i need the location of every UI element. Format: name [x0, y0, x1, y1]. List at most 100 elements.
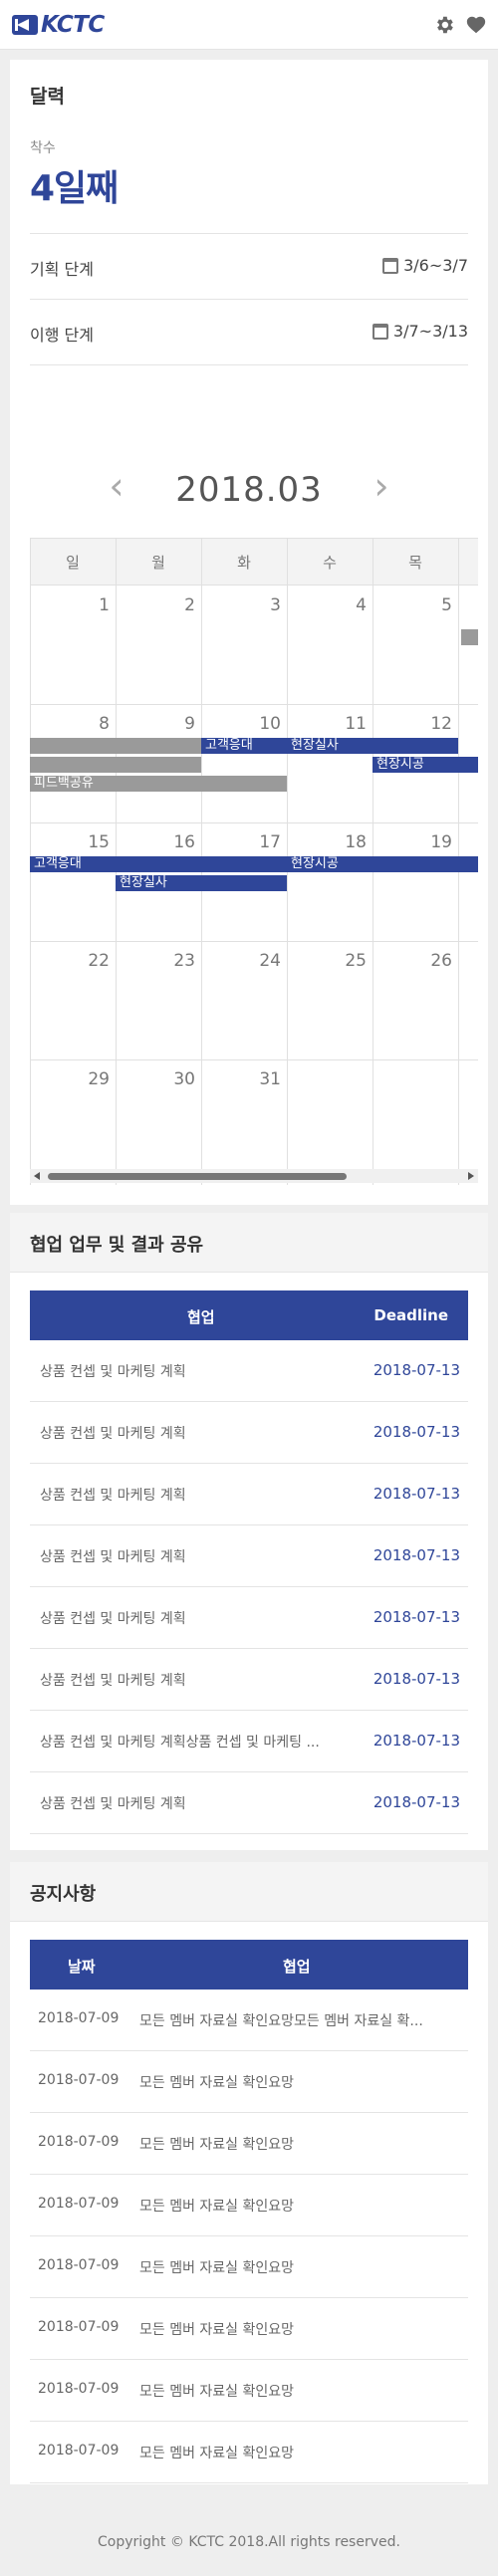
calendar-event[interactable]: 고객응대 — [201, 738, 287, 754]
day-number[interactable]: 2 — [116, 595, 195, 615]
day-number[interactable]: 8 — [30, 714, 110, 734]
day-count: 4일째 — [30, 168, 119, 209]
notice-date: 2018-07-09 — [38, 2010, 120, 2026]
day-number[interactable]: 9 — [116, 714, 195, 734]
grid-line — [30, 941, 478, 942]
column-header: Deadline — [374, 1306, 448, 1324]
day-number[interactable]: 22 — [30, 951, 110, 971]
footer-copyright: Copyright © KCTC 2018.All rights reserve… — [98, 2534, 400, 2550]
table-row[interactable]: 2018-07-09 모든 멤버 자료실 확인요망모든 멤버 자료실 확... — [30, 1990, 468, 2051]
app-header: KCTC — [0, 0, 498, 50]
day-number[interactable]: 24 — [201, 951, 281, 971]
scrollbar-thumb[interactable] — [48, 1173, 347, 1180]
task-name: 상품 컨셉 및 마케팅 계획 — [40, 1488, 186, 1504]
weekday-label: 수 — [323, 554, 337, 572]
column-header: 협업 — [283, 1958, 311, 1976]
table-row[interactable]: 상품 컨셉 및 마케팅 계획 2018-07-13 — [30, 1340, 468, 1402]
calendar-event[interactable]: 현장실사 — [116, 875, 287, 891]
table-row[interactable]: 상품 컨셉 및 마케팅 계획 2018-07-13 — [30, 1402, 468, 1464]
calendar-icon — [373, 324, 388, 340]
grid-line — [30, 704, 478, 705]
notice-date: 2018-07-09 — [38, 2196, 120, 2212]
day-number[interactable]: 10 — [201, 714, 281, 734]
day-number[interactable]: 16 — [116, 832, 195, 852]
task-name: 상품 컨셉 및 마케팅 계획 — [40, 1796, 186, 1812]
deadline: 2018-07-13 — [373, 1485, 460, 1503]
table-row[interactable]: 상품 컨셉 및 마케팅 계획 2018-07-13 — [30, 1649, 468, 1711]
scroll-right-icon[interactable] — [468, 1172, 474, 1180]
day-number[interactable]: 1 — [30, 595, 110, 615]
gear-icon[interactable] — [432, 13, 456, 37]
notice-text: 모든 멤버 자료실 확인요망 — [139, 2384, 295, 2400]
notice-date: 2018-07-09 — [38, 2134, 120, 2150]
calendar-event[interactable]: 현장시공 — [373, 757, 478, 773]
phase-dates: 3/7~3/13 — [392, 322, 468, 341]
calendar-event[interactable] — [30, 738, 201, 754]
calendar-event[interactable] — [30, 757, 201, 773]
calendar-event[interactable]: 현장시공 — [287, 856, 406, 872]
notice-date: 2018-07-09 — [38, 2257, 120, 2273]
calendar-event[interactable]: 현장실사 — [287, 738, 458, 754]
calendar-horizontal-scrollbar[interactable] — [30, 1169, 478, 1183]
phase-dates: 3/6~3/7 — [403, 256, 468, 275]
grid-line — [30, 822, 478, 823]
notice-date: 2018-07-09 — [38, 2319, 120, 2335]
table-row[interactable]: 상품 컨셉 및 마케팅 계획 2018-07-13 — [30, 1772, 468, 1834]
day-number[interactable]: 11 — [287, 714, 367, 734]
day-number[interactable]: 4 — [287, 595, 367, 615]
collab-title: 협업 업무 및 결과 공유 — [30, 1235, 204, 1256]
day-number[interactable]: 17 — [201, 832, 281, 852]
calendar-event[interactable] — [461, 629, 478, 645]
deadline: 2018-07-13 — [373, 1793, 460, 1811]
day-number[interactable]: 18 — [287, 832, 367, 852]
deadline: 2018-07-13 — [373, 1423, 460, 1441]
task-name: 상품 컨셉 및 마케팅 계획상품 컨셉 및 마케팅 ... — [40, 1735, 320, 1751]
phase-label: 이행 단계 — [30, 326, 94, 345]
deadline: 2018-07-13 — [373, 1732, 460, 1750]
table-row[interactable]: 2018-07-09 모든 멤버 자료실 확인요망 — [30, 2360, 468, 2422]
day-number[interactable]: 19 — [373, 832, 452, 852]
calendar-event[interactable]: 피드백공유 — [30, 776, 287, 792]
table-row[interactable]: 상품 컨셉 및 마케팅 계획 2018-07-13 — [30, 1587, 468, 1649]
notice-panel: 공지사항 날짜 협업 2018-07-09 모든 멤버 자료실 확인요망모든 멤… — [10, 1862, 488, 2484]
table-row[interactable]: 2018-07-09 모든 멤버 자료실 확인요망 — [30, 2298, 468, 2360]
day-number[interactable]: 23 — [116, 951, 195, 971]
day-number[interactable]: 3 — [201, 595, 281, 615]
scroll-left-icon[interactable] — [34, 1172, 40, 1180]
table-row[interactable]: 2018-07-09 모든 멤버 자료실 확인요망 — [30, 2113, 468, 2175]
weekday-label: 목 — [408, 554, 422, 572]
divider — [30, 364, 468, 365]
table-row[interactable]: 2018-07-09 모든 멤버 자료실 확인요망 — [30, 2051, 468, 2113]
notice-text: 모든 멤버 자료실 확인요망 — [139, 2322, 295, 2338]
table-row[interactable]: 상품 컨셉 및 마케팅 계획 2018-07-13 — [30, 1464, 468, 1525]
notice-text: 모든 멤버 자료실 확인요망 — [139, 2137, 295, 2153]
day-number[interactable]: 31 — [201, 1069, 281, 1089]
day-number[interactable]: 30 — [116, 1069, 195, 1089]
day-number[interactable]: 5 — [373, 595, 452, 615]
column-header: 협업 — [187, 1308, 215, 1326]
heart-icon[interactable] — [464, 13, 488, 37]
collab-panel: 협업 업무 및 결과 공유 협업 Deadline 상품 컨셉 및 마케팅 계획… — [10, 1213, 488, 1850]
phase-label: 기획 단계 — [30, 260, 94, 279]
table-row[interactable]: 2018-07-09 모든 멤버 자료실 확인요망 — [30, 2422, 468, 2483]
day-number[interactable]: 26 — [373, 951, 452, 971]
day-number[interactable]: 29 — [30, 1069, 110, 1089]
day-number[interactable]: 12 — [373, 714, 452, 734]
kctc-logo[interactable]: KCTC — [12, 12, 105, 38]
day-number[interactable]: 15 — [30, 832, 110, 852]
table-row[interactable]: 2018-07-09 모든 멤버 자료실 확인요망 — [30, 2236, 468, 2298]
notice-text: 모든 멤버 자료실 확인요망 — [139, 2075, 295, 2091]
next-month-chevron-icon[interactable]: › — [367, 467, 396, 505]
phase-row-execution: 이행 단계 3/7~3/13 — [30, 299, 468, 364]
table-row[interactable]: 상품 컨셉 및 마케팅 계획 2018-07-13 — [30, 1525, 468, 1587]
month-calendar[interactable]: 일 월 화 수 목 1 2 3 4 5 8 9 10 11 12 고객응대 현장… — [30, 538, 478, 1185]
table-row[interactable]: 2018-07-09 모든 멤버 자료실 확인요망 — [30, 2175, 468, 2236]
day-number[interactable]: 25 — [287, 951, 367, 971]
notice-date: 2018-07-09 — [38, 2443, 120, 2459]
task-name: 상품 컨셉 및 마케팅 계획 — [40, 1364, 186, 1380]
start-label: 착수 — [30, 140, 56, 156]
task-name: 상품 컨셉 및 마케팅 계획 — [40, 1426, 186, 1442]
column-header: 날짜 — [68, 1958, 96, 1976]
calendar-event[interactable]: 고객응대 — [30, 856, 478, 872]
table-row[interactable]: 상품 컨셉 및 마케팅 계획상품 컨셉 및 마케팅 ... 2018-07-13 — [30, 1711, 468, 1772]
